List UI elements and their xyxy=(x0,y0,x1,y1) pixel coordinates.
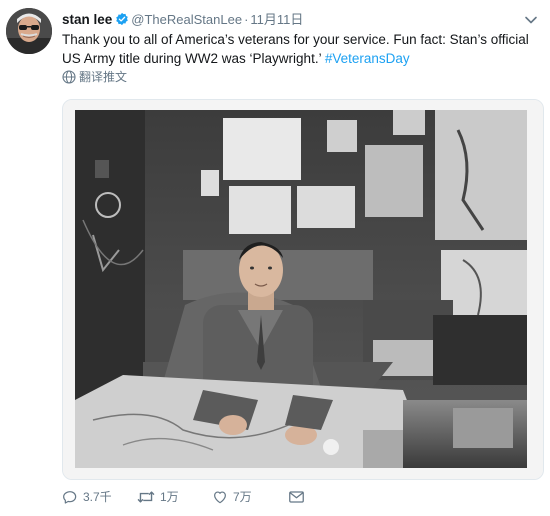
like-count: 7万 xyxy=(233,490,252,504)
tweet-body: Thank you to all of America’s veterans f… xyxy=(62,32,529,66)
separator-dot: · xyxy=(244,12,249,27)
direct-message-button[interactable] xyxy=(288,487,310,507)
tweet-card: stan lee @TheRealStanLee · 11月11日 Thank you… xyxy=(0,0,550,516)
tweet-date[interactable]: 11月11日 xyxy=(250,12,303,27)
tweet-text: Thank you to all of America’s veterans f… xyxy=(62,30,538,68)
hashtag-link[interactable]: #VeteransDay xyxy=(325,51,410,66)
envelope-icon xyxy=(289,491,304,503)
verified-badge-icon xyxy=(115,12,129,26)
author-handle[interactable]: @TheRealStanLee xyxy=(131,12,242,27)
translate-label: 翻译推文 xyxy=(79,70,128,84)
tweet-header: stan lee @TheRealStanLee · 11月11日 xyxy=(62,11,303,29)
retweet-icon xyxy=(137,491,155,503)
heart-icon xyxy=(214,491,226,504)
author-name[interactable]: stan lee xyxy=(62,12,112,27)
reply-icon xyxy=(63,491,77,504)
like-button[interactable]: 7万 xyxy=(212,487,252,507)
reply-count: 3.7千 xyxy=(83,490,112,504)
tweet-photo[interactable] xyxy=(62,99,544,480)
retweet-count: 1万 xyxy=(160,490,179,504)
retweet-button[interactable]: 1万 xyxy=(137,487,179,507)
translate-tweet-link[interactable]: 翻译推文 xyxy=(62,69,127,85)
avatar[interactable] xyxy=(6,8,52,54)
chevron-down-icon[interactable] xyxy=(524,12,538,24)
action-bar: 3.7千 1万 7万 xyxy=(62,487,532,507)
reply-button[interactable]: 3.7千 xyxy=(62,487,112,507)
globe-icon xyxy=(62,70,76,84)
